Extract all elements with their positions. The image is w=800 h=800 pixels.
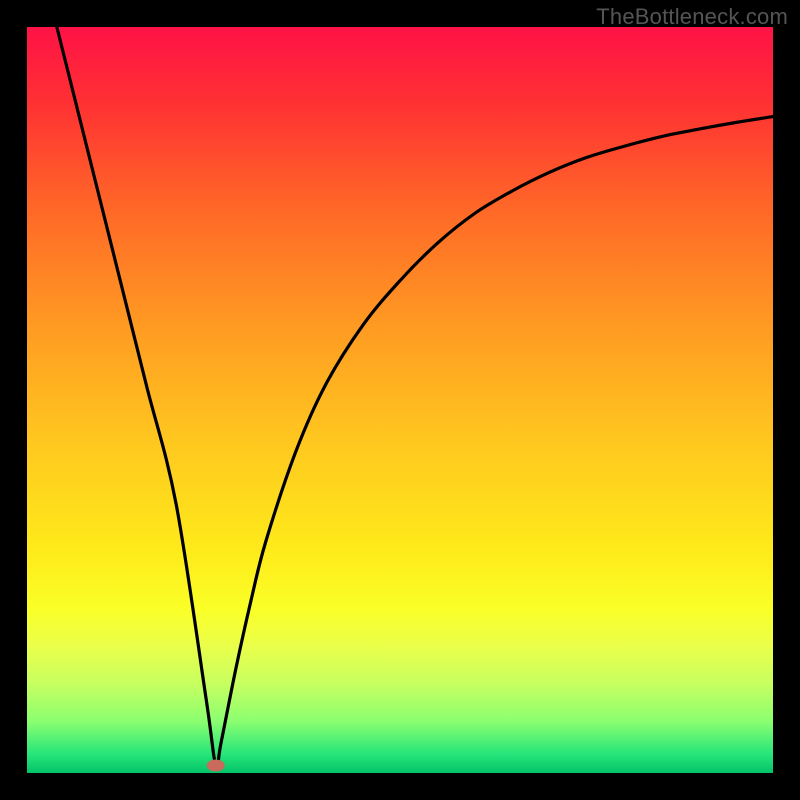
minimum-marker: [207, 760, 225, 772]
watermark-text: TheBottleneck.com: [596, 4, 788, 30]
chart-background: [27, 27, 773, 773]
bottleneck-chart: [27, 27, 773, 773]
chart-frame: [27, 27, 773, 773]
